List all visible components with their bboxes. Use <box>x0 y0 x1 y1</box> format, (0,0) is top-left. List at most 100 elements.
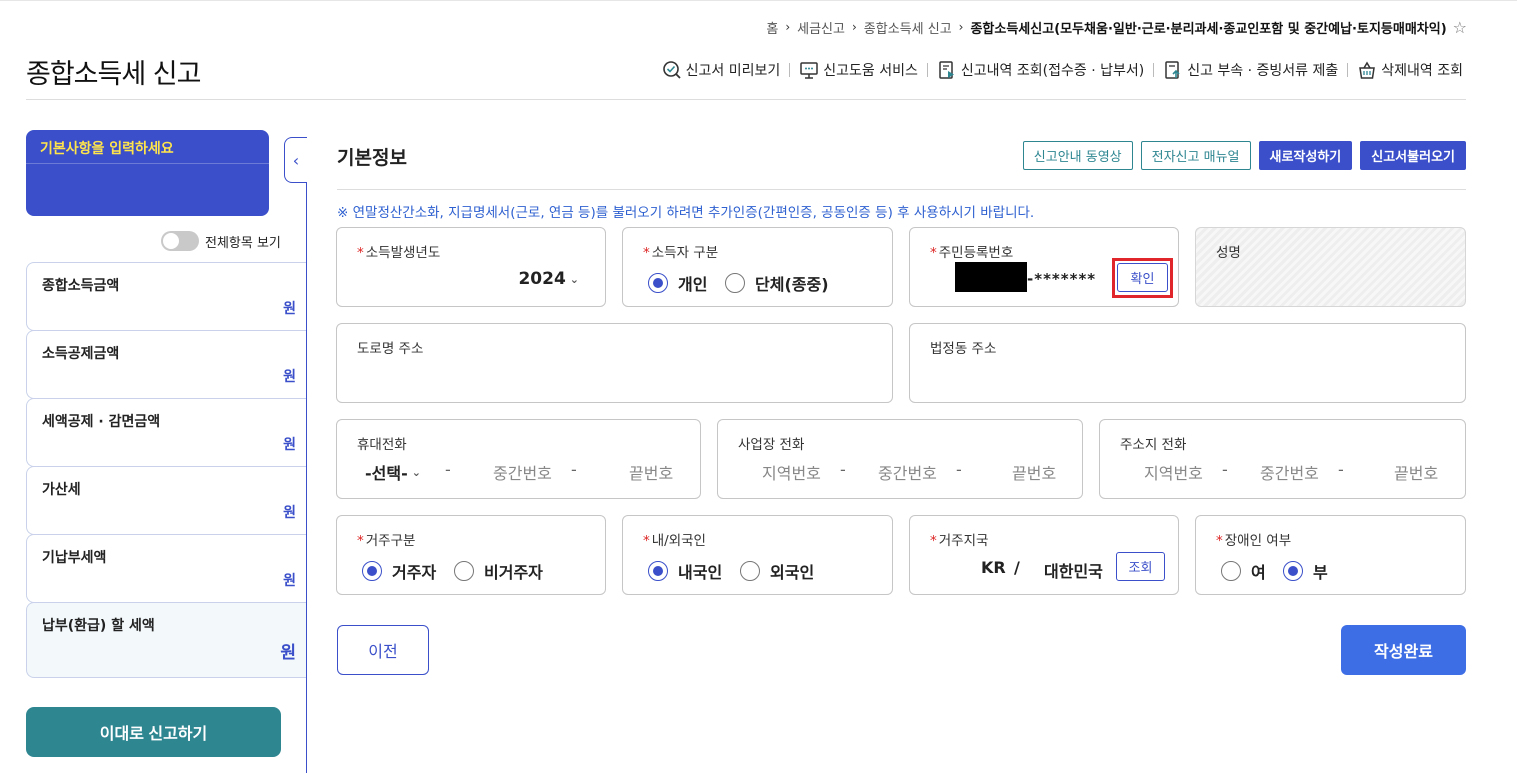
attachment-submit-label: 신고 부속 · 증빙서류 제출 <box>1187 63 1339 79</box>
sidebar-collapse-button[interactable]: ‹ <box>284 137 307 183</box>
new-return-button[interactable]: 새로작성하기 <box>1258 141 1353 170</box>
sidebar-item-total-income[interactable]: 종합소득금액 원 <box>26 262 306 331</box>
monitor-help-icon <box>799 60 819 80</box>
disability-yes-radio[interactable]: 여 <box>1221 559 1266 583</box>
header-divider <box>26 99 1466 100</box>
slash-separator: / <box>1014 558 1020 577</box>
star-icon[interactable]: ☆ <box>1453 18 1467 37</box>
breadcrumb-income-tax[interactable]: 종합소득세 신고 <box>864 18 952 37</box>
step-divider <box>26 163 269 164</box>
home-middle-input[interactable]: 중간번호 <box>1260 460 1319 484</box>
work-area-input[interactable]: 지역번호 <box>762 460 821 484</box>
complete-button[interactable]: 작성완료 <box>1341 625 1466 675</box>
previous-button[interactable]: 이전 <box>337 625 429 675</box>
sidebar-item-unit: 원 <box>283 437 296 453</box>
lot-address-label: 법정동 주소 <box>930 341 997 357</box>
rrn-confirm-button[interactable]: 확인 <box>1117 263 1168 292</box>
income-year-card: * 소득발생년도 2024 ⌄ <box>336 227 606 307</box>
sidebar-item-label: 기납부세액 <box>42 550 107 566</box>
income-type-group-radio[interactable]: 단체(종중) <box>725 271 829 295</box>
radio-unchecked-icon <box>1221 561 1241 581</box>
work-phone-card: 사업장 전화 지역번호 - 중간번호 - 끝번호 <box>717 419 1083 499</box>
top-menu: 신고서 미리보기 신고도움 서비스 신고내역 조회(접수증 · 납부서) 신고 … <box>662 58 1463 82</box>
mobile-middle-input[interactable]: 중간번호 <box>493 460 552 484</box>
section-divider <box>337 189 1466 190</box>
home-area-input[interactable]: 지역번호 <box>1144 460 1203 484</box>
e-filing-manual-button[interactable]: 전자신고 매뉴얼 <box>1140 141 1251 170</box>
load-return-button[interactable]: 신고서불러오기 <box>1360 141 1466 170</box>
sidebar-item-label: 가산세 <box>42 482 81 498</box>
mobile-prefix-select[interactable]: -선택- ⌄ <box>365 460 421 484</box>
work-middle-input[interactable]: 중간번호 <box>878 460 937 484</box>
radio-checked-icon <box>362 561 382 581</box>
show-all-toggle[interactable] <box>161 231 199 251</box>
guide-video-button[interactable]: 신고안내 동영상 <box>1022 141 1133 170</box>
country-label: * 거주지국 <box>930 533 989 549</box>
sidebar-border <box>306 137 307 773</box>
work-last-input[interactable]: 끝번호 <box>1012 460 1056 484</box>
work-phone-label: 사업장 전화 <box>738 437 805 453</box>
breadcrumb-current: 종합소득세신고(모두채움·일반·근로·분리과세·종교인포함 및 중간예납·토지등… <box>970 21 1447 37</box>
deleted-history-link[interactable]: 삭제내역 조회 <box>1357 60 1463 80</box>
name-card: 성명 <box>1195 227 1466 307</box>
country-lookup-button[interactable]: 조회 <box>1116 552 1165 581</box>
menu-divider <box>1153 63 1155 77</box>
rrn-card: * 주민등록번호 -******* 확인 <box>909 227 1179 307</box>
dash-separator: - <box>840 460 846 479</box>
radio-checked-icon <box>648 561 668 581</box>
dash-separator: - <box>956 460 962 479</box>
document-play-icon <box>937 60 957 80</box>
income-year-select[interactable]: 2024 ⌄ <box>518 269 579 289</box>
home-phone-label: 주소지 전화 <box>1120 437 1187 453</box>
sidebar-item-unit: 원 <box>283 505 296 521</box>
income-type-individual-radio[interactable]: 개인 <box>648 271 707 295</box>
chevron-down-icon: ⌄ <box>411 465 421 479</box>
preview-return-link[interactable]: 신고서 미리보기 <box>662 60 781 80</box>
income-type-label: * 소득자 구분 <box>643 245 719 261</box>
show-all-label: 전체항목 보기 <box>205 235 281 251</box>
sidebar-item-unit: 원 <box>283 573 296 589</box>
mobile-phone-label: 휴대전화 <box>357 437 407 453</box>
document-upload-icon <box>1163 60 1183 80</box>
help-service-link[interactable]: 신고도움 서비스 <box>799 60 918 80</box>
sidebar-item-tax-payable[interactable]: 납부(환급) 할 세액 원 <box>26 602 306 678</box>
action-buttons: 신고안내 동영상 전자신고 매뉴얼 새로작성하기 신고서불러오기 <box>1022 141 1466 170</box>
radio-checked-icon <box>648 273 668 293</box>
sidebar-item-label: 종합소득금액 <box>42 278 120 294</box>
income-year-value: 2024 <box>518 269 566 289</box>
breadcrumb-tax-filing[interactable]: 세금신고 <box>797 18 845 37</box>
residency-label: * 거주구분 <box>357 533 416 549</box>
sidebar-item-label: 소득공제금액 <box>42 346 120 362</box>
preview-return-label: 신고서 미리보기 <box>685 63 781 79</box>
name-label: 성명 <box>1216 245 1241 261</box>
file-as-is-button[interactable]: 이대로 신고하기 <box>26 707 281 757</box>
rrn-redacted-block <box>955 262 1027 292</box>
sidebar-item-tax-credit[interactable]: 세액공제 · 감면금액 원 <box>26 398 306 467</box>
country-name: 대한민국 <box>1044 562 1103 581</box>
road-address-card[interactable]: 도로명 주소 <box>336 323 893 403</box>
breadcrumb-home[interactable]: 홈 <box>766 18 778 37</box>
income-year-label: * 소득발생년도 <box>357 245 441 261</box>
income-type-card: * 소득자 구분 개인 단체(종중) <box>622 227 893 307</box>
home-last-input[interactable]: 끝번호 <box>1394 460 1438 484</box>
attachment-submit-link[interactable]: 신고 부속 · 증빙서류 제출 <box>1163 60 1338 80</box>
lot-address-card[interactable]: 법정동 주소 <box>909 323 1466 403</box>
korean-radio[interactable]: 내국인 <box>648 559 722 583</box>
disability-label: * 장애인 여부 <box>1216 533 1292 549</box>
page-title: 종합소득세 신고 <box>26 59 201 90</box>
chevron-right-icon: › <box>958 20 964 34</box>
toggle-knob <box>163 233 179 249</box>
resident-radio[interactable]: 거주자 <box>362 559 436 583</box>
disability-no-radio[interactable]: 부 <box>1283 559 1328 583</box>
sidebar-item-prepaid-tax[interactable]: 기납부세액 원 <box>26 534 306 603</box>
sidebar-item-income-deduction[interactable]: 소득공제금액 원 <box>26 330 306 399</box>
menu-divider <box>1347 63 1349 77</box>
filing-history-label: 신고내역 조회(접수증 · 납부서) <box>960 63 1145 79</box>
menu-divider <box>926 63 928 77</box>
mobile-last-input[interactable]: 끝번호 <box>629 460 673 484</box>
non-resident-radio[interactable]: 비거주자 <box>454 559 543 583</box>
foreigner-radio[interactable]: 외국인 <box>740 559 814 583</box>
sidebar-item-penalty-tax[interactable]: 가산세 원 <box>26 466 306 535</box>
section-title: 기본정보 <box>337 147 407 169</box>
filing-history-link[interactable]: 신고내역 조회(접수증 · 납부서) <box>937 60 1144 80</box>
